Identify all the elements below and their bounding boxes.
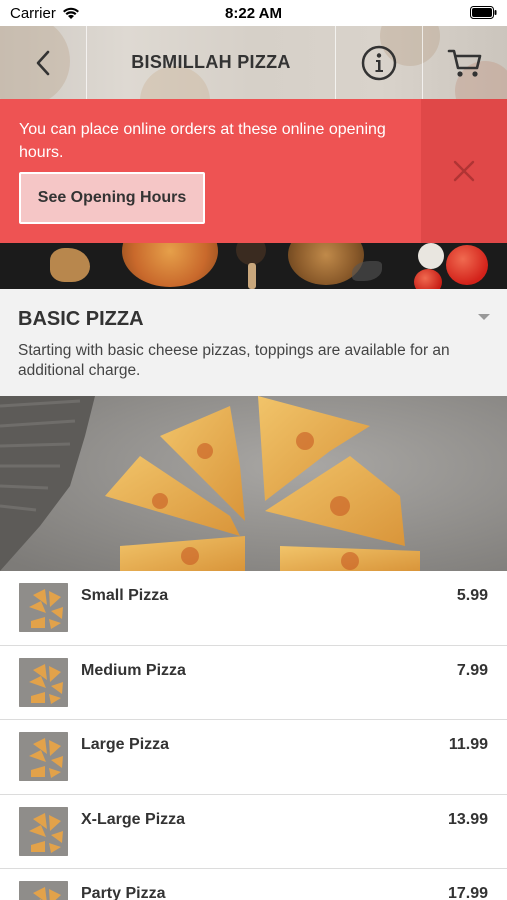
info-icon bbox=[361, 45, 397, 80]
alert-message: You can place online orders at these onl… bbox=[19, 121, 386, 161]
menu-item-party-pizza[interactable]: Party Pizza 17.99 bbox=[0, 869, 507, 900]
menu-list: Small Pizza 5.99 Medium Pizza 7.99 Large… bbox=[0, 571, 507, 900]
menu-item-price: 11.99 bbox=[448, 736, 488, 753]
category-description: Starting with basic cheese pizzas, toppi… bbox=[18, 342, 450, 379]
category-header[interactable]: BASIC PIZZA Starting with basic cheese p… bbox=[0, 289, 507, 396]
menu-item-small-pizza[interactable]: Small Pizza 5.99 bbox=[0, 571, 507, 646]
pizza-thumbnail bbox=[19, 806, 68, 856]
menu-item-price: 13.99 bbox=[447, 810, 488, 828]
alert-close-button[interactable] bbox=[421, 99, 507, 243]
status-time: 8:22 AM bbox=[225, 5, 282, 22]
menu-item-name: Small Pizza bbox=[81, 587, 169, 604]
category-image bbox=[0, 396, 507, 571]
tomato-image bbox=[414, 269, 442, 289]
category-title: BASIC PIZZA bbox=[18, 308, 144, 330]
tomato-image bbox=[446, 245, 488, 285]
spice-bowl-image bbox=[236, 243, 266, 265]
see-opening-hours-button[interactable]: See Opening Hours bbox=[19, 172, 205, 224]
ginger-image bbox=[50, 248, 90, 282]
menu-item-name: Medium Pizza bbox=[81, 661, 186, 679]
back-button[interactable] bbox=[0, 26, 86, 99]
cart-icon bbox=[447, 49, 482, 77]
pizza-thumbnail bbox=[19, 881, 68, 900]
pizza-thumbnail bbox=[19, 732, 68, 781]
menu-item-x-large-pizza[interactable]: X-Large Pizza 13.99 bbox=[0, 794, 507, 869]
battery-icon bbox=[470, 6, 497, 19]
food-banner-image bbox=[0, 243, 507, 289]
chevron-left-icon bbox=[36, 50, 50, 75]
spoon-handle-image bbox=[248, 263, 256, 289]
menu-item-name: Party Pizza bbox=[81, 885, 166, 900]
menu-item-price: 5.99 bbox=[456, 587, 488, 604]
page-title: BISMILLAH PIZZA bbox=[131, 52, 291, 72]
garlic-image bbox=[418, 243, 444, 269]
app-header: BISMILLAH PIZZA bbox=[0, 26, 507, 99]
status-bar: Carrier 8:22 AM bbox=[0, 0, 507, 26]
menu-item-price: 17.99 bbox=[447, 885, 488, 900]
pizza-image bbox=[122, 243, 218, 287]
opening-hours-alert: You can place online orders at these onl… bbox=[0, 99, 507, 243]
pizza-thumbnail bbox=[19, 657, 68, 707]
pizza-hero-image bbox=[0, 396, 507, 571]
pizza-thumbnail bbox=[19, 583, 68, 632]
menu-item-medium-pizza[interactable]: Medium Pizza 7.99 bbox=[0, 645, 507, 720]
info-button[interactable] bbox=[336, 26, 422, 99]
leaf-image bbox=[352, 261, 382, 281]
menu-item-name: Large Pizza bbox=[81, 736, 170, 753]
menu-item-name: X-Large Pizza bbox=[81, 810, 186, 828]
cart-button[interactable] bbox=[423, 26, 507, 99]
close-icon bbox=[453, 160, 475, 182]
chevron-down-icon bbox=[478, 314, 490, 320]
menu-item-price: 7.99 bbox=[456, 661, 488, 679]
menu-item-large-pizza[interactable]: Large Pizza 11.99 bbox=[0, 720, 507, 795]
